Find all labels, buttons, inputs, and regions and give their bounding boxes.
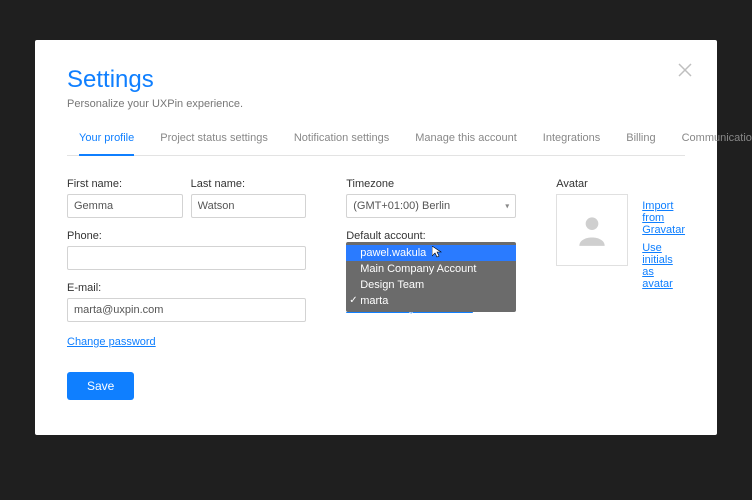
dropdown-option[interactable]: Design Team bbox=[346, 277, 516, 293]
tab-integrations[interactable]: Integrations bbox=[543, 132, 600, 155]
page-subtitle: Personalize your UXPin experience. bbox=[67, 98, 685, 110]
default-account-label: Default account: bbox=[346, 230, 516, 242]
last-name-label: Last name: bbox=[191, 178, 307, 190]
timezone-select[interactable]: (GMT+01:00) Berlin ▾ bbox=[346, 194, 516, 218]
cursor-icon bbox=[432, 246, 444, 261]
import-gravatar-link[interactable]: Import from Gravatar bbox=[642, 200, 685, 236]
use-initials-link[interactable]: Use initials as avatar bbox=[642, 242, 685, 290]
tab-your-profile[interactable]: Your profile bbox=[79, 132, 134, 156]
dropdown-option[interactable]: ✓ marta bbox=[346, 293, 516, 309]
timezone-account-section: Timezone (GMT+01:00) Berlin ▾ Default ac… bbox=[346, 178, 516, 400]
first-name-input[interactable] bbox=[67, 194, 183, 218]
avatar-label: Avatar bbox=[556, 178, 628, 190]
settings-modal: Settings Personalize your UXPin experien… bbox=[35, 40, 717, 435]
email-label: E-mail: bbox=[67, 282, 306, 294]
first-name-label: First name: bbox=[67, 178, 183, 190]
dropdown-option-label: pawel.wakula bbox=[360, 247, 426, 259]
tabs: Your profile Project status settings Not… bbox=[67, 132, 685, 156]
tab-project-status[interactable]: Project status settings bbox=[160, 132, 268, 155]
save-button[interactable]: Save bbox=[67, 372, 134, 400]
tab-manage-account[interactable]: Manage this account bbox=[415, 132, 517, 155]
dropdown-option[interactable]: Main Company Account bbox=[346, 261, 516, 277]
change-password-link[interactable]: Change password bbox=[67, 336, 156, 348]
avatar-section: Avatar Import from Gravatar Use initials… bbox=[556, 178, 685, 400]
avatar-placeholder[interactable] bbox=[556, 194, 628, 266]
close-icon[interactable] bbox=[677, 62, 693, 78]
profile-form: First name: Last name: Phone: E-mail: Ch… bbox=[67, 178, 306, 400]
person-icon bbox=[573, 211, 611, 249]
tab-billing[interactable]: Billing bbox=[626, 132, 655, 155]
default-account-dropdown[interactable]: pawel.wakula Main Company Account Design… bbox=[346, 242, 516, 312]
page-title: Settings bbox=[67, 66, 685, 94]
last-name-input[interactable] bbox=[191, 194, 307, 218]
phone-input[interactable] bbox=[67, 246, 306, 270]
tab-communication[interactable]: Communication bbox=[682, 132, 752, 155]
timezone-value: (GMT+01:00) Berlin bbox=[353, 200, 450, 212]
dropdown-option[interactable]: pawel.wakula bbox=[346, 245, 516, 261]
timezone-label: Timezone bbox=[346, 178, 516, 190]
email-input[interactable] bbox=[67, 298, 306, 322]
tab-notification[interactable]: Notification settings bbox=[294, 132, 389, 155]
dropdown-option-label: marta bbox=[360, 295, 388, 307]
chevron-down-icon: ▾ bbox=[505, 202, 509, 211]
check-icon: ✓ bbox=[349, 295, 357, 306]
phone-label: Phone: bbox=[67, 230, 306, 242]
